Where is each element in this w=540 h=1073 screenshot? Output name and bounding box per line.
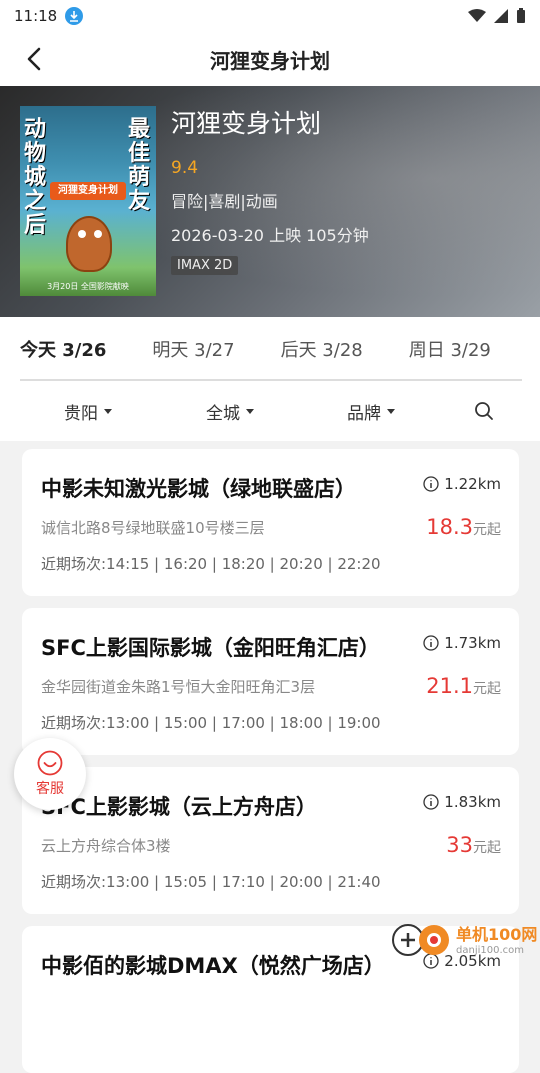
price-value: 18.3 xyxy=(426,515,473,539)
price-value: 21.1 xyxy=(426,674,473,698)
poster-right-text: 最佳萌友 xyxy=(128,118,152,214)
district-filter-label: 全城 xyxy=(206,399,240,424)
chevron-left-icon xyxy=(26,47,42,71)
price-unit: 元起 xyxy=(473,678,501,698)
tab-sunday[interactable]: 周日 3/29 xyxy=(409,317,491,381)
back-button[interactable] xyxy=(18,43,50,75)
tab-tomorrow[interactable]: 明天 3/27 xyxy=(152,317,234,381)
beaver-illustration xyxy=(66,216,112,272)
movie-release: 2026-03-20 上映 105分钟 xyxy=(171,222,369,246)
poster-title-text: 河狸变身计划 xyxy=(50,182,126,200)
info-icon xyxy=(423,476,439,492)
cinema-name: 中影未知激光影城（绿地联盛店） xyxy=(41,473,356,503)
tab-today[interactable]: 今天 3/26 xyxy=(20,317,106,381)
caret-down-icon xyxy=(246,409,254,414)
watermark-text: 单机100网 danji100.com xyxy=(456,921,537,956)
cinema-distance: 1.83km xyxy=(423,793,501,811)
battery-icon xyxy=(516,8,526,24)
cinema-price: 33元起 xyxy=(446,833,501,857)
poster-date-text: 3月20日 全国影院献映 xyxy=(20,281,156,292)
info-icon xyxy=(423,794,439,810)
wifi-icon xyxy=(468,9,486,23)
cinema-distance: 1.73km xyxy=(423,634,501,652)
watermark-logo xyxy=(390,916,456,960)
brand-filter[interactable]: 品牌 xyxy=(347,399,395,424)
format-tag: IMAX 2D xyxy=(171,256,238,275)
cinema-card[interactable]: SFC上影国际影城（金阳旺角汇店） 1.73km 金华园街道金朱路1号恒大金阳旺… xyxy=(22,608,519,755)
movie-rating: 9.4 xyxy=(171,158,369,178)
watermark-line2: danji100.com xyxy=(456,945,537,956)
cinema-showtimes: 近期场次:13:00 | 15:05 | 17:10 | 20:00 | 21:… xyxy=(41,871,381,892)
cinema-price: 21.1元起 xyxy=(426,674,501,698)
customer-service-button[interactable]: 客服 xyxy=(14,738,86,810)
movie-poster[interactable]: 动物城之后 最佳萌友 河狸变身计划 3月20日 全国影院献映 xyxy=(20,106,156,296)
info-icon xyxy=(423,635,439,651)
movie-header: 动物城之后 最佳萌友 河狸变身计划 3月20日 全国影院献映 河狸变身计划 9.… xyxy=(0,86,540,317)
nav-bar: 河狸变身计划 xyxy=(0,32,540,86)
search-button[interactable] xyxy=(474,401,494,421)
movie-info: 河狸变身计划 9.4 冒险|喜剧|动画 2026-03-20 上映 105分钟 … xyxy=(171,104,369,275)
filter-bar: 贵阳 全城 品牌 xyxy=(0,381,540,441)
distance-text: 1.73km xyxy=(444,634,501,652)
cinema-showtimes: 近期场次:14:15 | 16:20 | 18:20 | 20:20 | 22:… xyxy=(41,553,381,574)
movie-title: 河狸变身计划 xyxy=(171,104,369,140)
cinema-address: 金华园街道金朱路1号恒大金阳旺角汇3层 xyxy=(41,676,315,697)
price-unit: 元起 xyxy=(473,519,501,539)
movie-genre: 冒险|喜剧|动画 xyxy=(171,188,369,212)
city-filter[interactable]: 贵阳 xyxy=(64,399,112,424)
signal-icon xyxy=(494,9,508,23)
caret-down-icon xyxy=(387,409,395,414)
customer-service-label: 客服 xyxy=(36,778,64,798)
watermark: 单机100网 danji100.com xyxy=(390,916,540,960)
city-filter-label: 贵阳 xyxy=(64,399,98,424)
cinema-name: SFC上影国际影城（金阳旺角汇店） xyxy=(41,632,380,662)
status-time: 11:18 xyxy=(14,7,57,25)
tab-day-after[interactable]: 后天 3/28 xyxy=(281,317,363,381)
poster-left-text: 动物城之后 xyxy=(24,118,48,238)
cinema-name: SFC上影影城（云上方舟店） xyxy=(41,791,317,821)
smile-icon xyxy=(37,750,63,776)
caret-down-icon xyxy=(104,409,112,414)
brand-filter-label: 品牌 xyxy=(347,399,381,424)
cinema-card[interactable]: 中影未知激光影城（绿地联盛店） 1.22km 诚信北路8号绿地联盛10号楼三层 … xyxy=(22,449,519,596)
search-icon xyxy=(474,401,494,421)
cinema-name: 中影佰的影城DMAX（悦然广场店） xyxy=(41,950,385,980)
distance-text: 1.83km xyxy=(444,793,501,811)
cinema-card[interactable]: SFC上影影城（云上方舟店） 1.83km 云上方舟综合体3楼 33元起 近期场… xyxy=(22,767,519,914)
cinema-distance: 1.22km xyxy=(423,475,501,493)
cinema-address: 云上方舟综合体3楼 xyxy=(41,835,171,856)
cinema-price: 18.3元起 xyxy=(426,515,501,539)
price-unit: 元起 xyxy=(473,837,501,857)
cinema-showtimes: 近期场次:13:00 | 15:00 | 17:00 | 18:00 | 19:… xyxy=(41,712,381,733)
download-icon xyxy=(65,7,83,25)
status-bar: 11:18 xyxy=(0,0,540,32)
district-filter[interactable]: 全城 xyxy=(206,399,254,424)
price-value: 33 xyxy=(446,833,473,857)
cinema-address: 诚信北路8号绿地联盛10号楼三层 xyxy=(41,517,265,538)
page-title: 河狸变身计划 xyxy=(210,45,330,74)
date-tabs: 今天 3/26 明天 3/27 后天 3/28 周日 3/29 xyxy=(0,317,540,381)
distance-text: 1.22km xyxy=(444,475,501,493)
watermark-line1: 单机100网 xyxy=(456,921,537,945)
